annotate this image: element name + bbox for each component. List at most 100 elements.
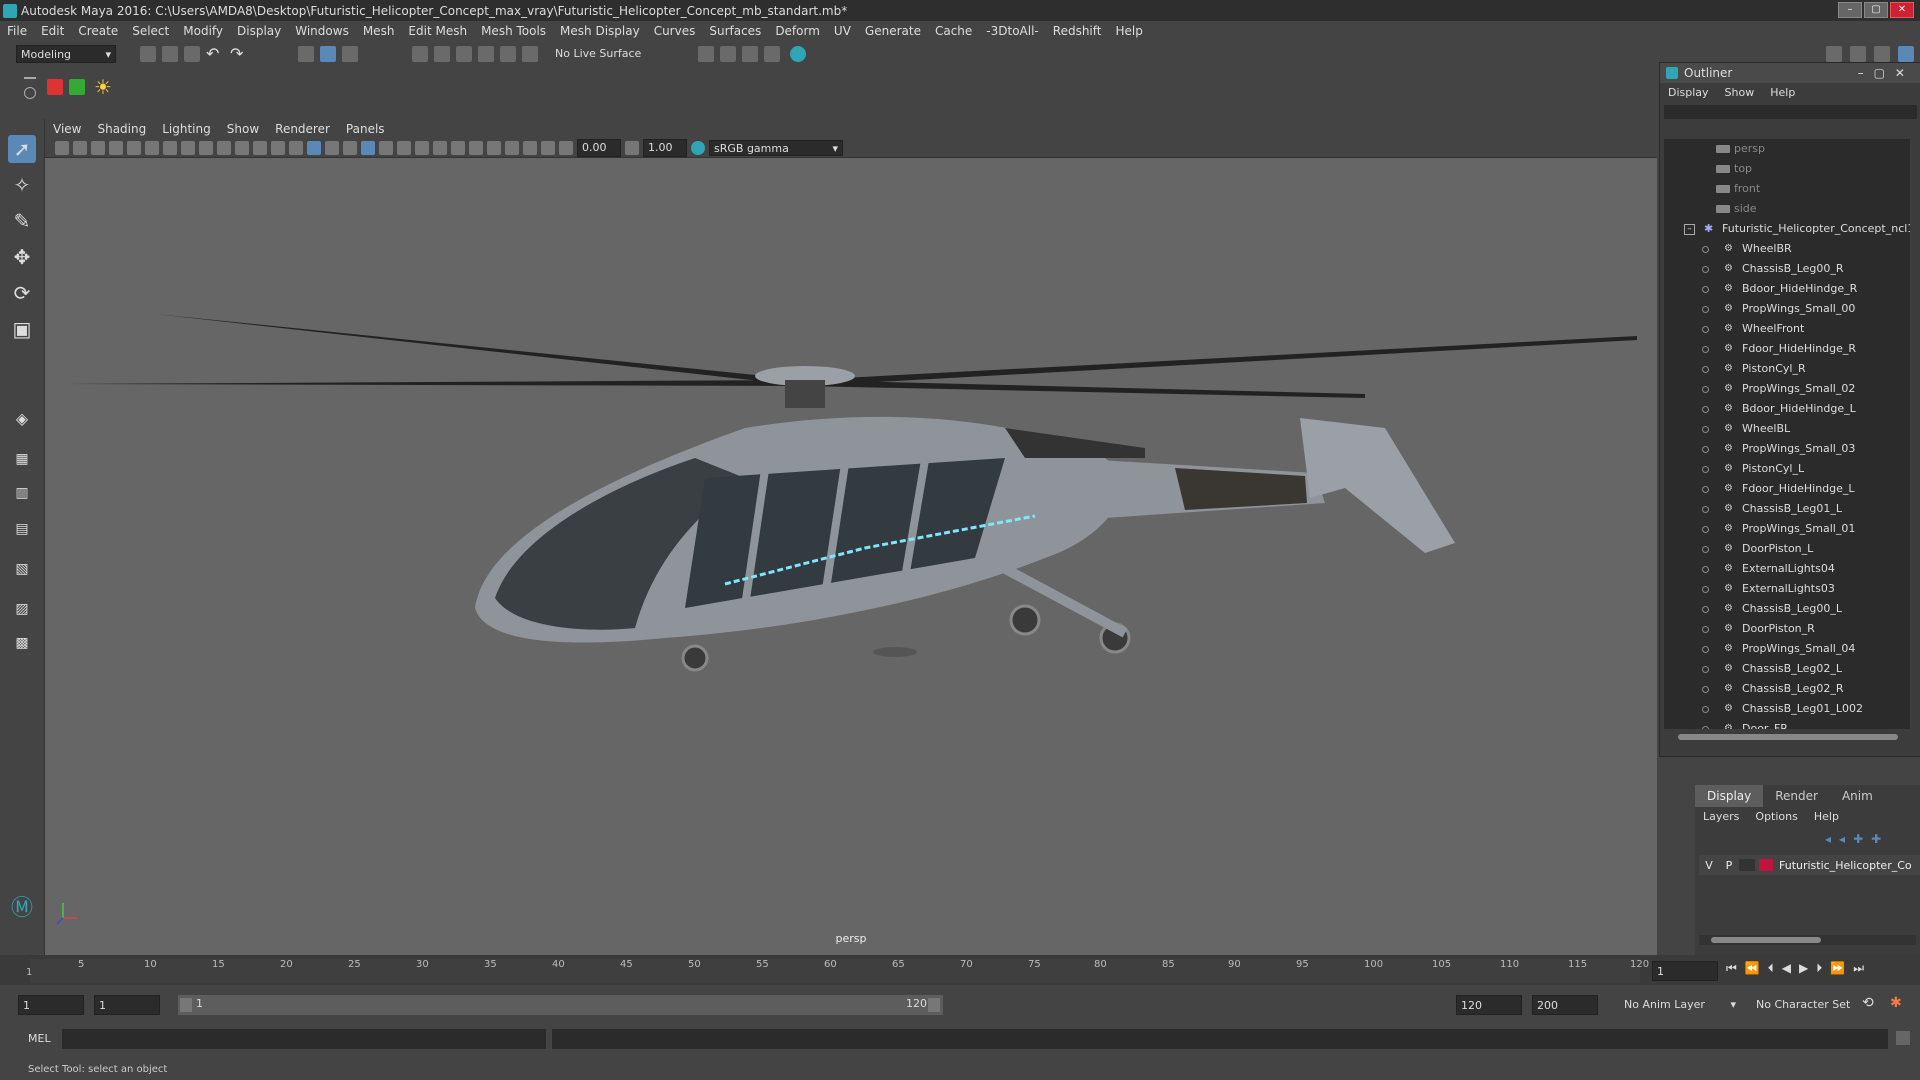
shelf-settings-icon[interactable] <box>24 87 36 99</box>
screen-space-ao-icon[interactable] <box>415 140 429 155</box>
workspace-icon[interactable] <box>1826 46 1842 62</box>
outliner-item[interactable]: ⚙ PropWings_Small_00 <box>1664 299 1910 319</box>
save-scene-icon[interactable] <box>184 46 200 62</box>
single-pane-layout-icon[interactable]: ▦ <box>8 445 36 473</box>
menu-create[interactable]: Create <box>71 24 125 38</box>
new-layer-selected-icon[interactable]: ✚ <box>1871 832 1881 846</box>
outliner-menu-show[interactable]: Show <box>1717 86 1763 99</box>
layer-type-toggle[interactable] <box>1739 859 1755 871</box>
command-language-label[interactable]: MEL <box>28 1032 51 1045</box>
move-layer-up-icon[interactable]: ◂ <box>1825 832 1831 846</box>
resolution-gate-icon[interactable] <box>199 140 213 155</box>
render-settings-icon[interactable] <box>742 46 758 62</box>
outliner-tree[interactable]: persp top front side – ✱ Futuristic_Helico… <box>1664 139 1910 729</box>
layer-visibility-toggle[interactable]: V <box>1699 859 1719 872</box>
outliner-item[interactable]: ⚙ ExternalLights04 <box>1664 559 1910 579</box>
menu-surfaces[interactable]: Surfaces <box>702 24 768 38</box>
outliner-item[interactable]: ⚙ Bdoor_HideHindge_R <box>1664 279 1910 299</box>
persp-viewport[interactable]: persp <box>45 158 1657 955</box>
gamma-icon[interactable] <box>625 140 639 155</box>
range-slider[interactable]: 1 120 <box>178 995 943 1015</box>
xray-joints-icon[interactable] <box>523 140 537 155</box>
persp-graph-layout-icon[interactable]: ▧ <box>8 555 36 583</box>
go-to-start-icon[interactable]: ⏮ <box>1726 961 1737 976</box>
move-layer-down-icon[interactable]: ◂ <box>1839 832 1845 846</box>
layer-color-swatch[interactable] <box>1759 859 1773 871</box>
render-frame-icon[interactable] <box>698 46 714 62</box>
menu-curves[interactable]: Curves <box>647 24 703 38</box>
lasso-tool-icon[interactable]: ✧ <box>8 171 36 199</box>
playback-end-field[interactable]: 120 <box>1456 995 1522 1015</box>
shadows-icon[interactable] <box>397 140 411 155</box>
color-management-icon[interactable] <box>691 140 705 155</box>
outliner-item[interactable]: ⚙ DoorPiston_R <box>1664 619 1910 639</box>
animation-preferences-icon[interactable]: ✱ <box>1890 995 1902 1011</box>
new-scene-icon[interactable] <box>140 46 156 62</box>
menu-mesh[interactable]: Mesh <box>356 24 402 38</box>
outliner-item-front[interactable]: front <box>1664 179 1910 199</box>
command-input[interactable] <box>62 1029 546 1049</box>
range-start-handle[interactable] <box>180 998 192 1012</box>
outliner-menu-display[interactable]: Display <box>1660 86 1717 99</box>
two-d-pan-icon[interactable] <box>127 140 141 155</box>
channel-box-toggle-icon[interactable] <box>1850 46 1866 62</box>
playback-start-field[interactable]: 1 <box>94 995 160 1015</box>
show-manipulator-icon[interactable]: ◈ <box>8 405 36 433</box>
smooth-shade-icon[interactable] <box>307 140 321 155</box>
outliner-item[interactable]: ⚙ ChassisB_Leg00_R <box>1664 259 1910 279</box>
hypershade-layout-icon[interactable]: ▨ <box>8 595 36 623</box>
outliner-item[interactable]: ⚙ PistonCyl_R <box>1664 359 1910 379</box>
menu-deform[interactable]: Deform <box>768 24 827 38</box>
select-object-icon[interactable] <box>320 46 336 62</box>
camera-select-icon[interactable] <box>55 140 69 155</box>
wireframe-icon[interactable] <box>289 140 303 155</box>
outliner-item[interactable]: ⚙ PropWings_Small_02 <box>1664 379 1910 399</box>
step-back-frame-icon[interactable]: ⏴ <box>1768 961 1774 976</box>
tab-display[interactable]: Display <box>1695 785 1764 807</box>
layer-menu-layers[interactable]: Layers <box>1695 810 1747 823</box>
snap-view-icon[interactable] <box>478 46 494 62</box>
outliner-item[interactable]: ⚙ PropWings_Small_01 <box>1664 519 1910 539</box>
outliner-item-persp[interactable]: persp <box>1664 139 1910 159</box>
menu-help[interactable]: Help <box>1108 24 1149 38</box>
tool-settings-toggle-icon[interactable] <box>1898 46 1914 62</box>
outliner-item[interactable]: ⚙ WheelBR <box>1664 239 1910 259</box>
collapse-icon[interactable]: – <box>1684 224 1695 235</box>
exposure-field[interactable]: 0.00 <box>577 138 621 157</box>
range-end-handle[interactable] <box>928 998 940 1012</box>
outliner-horizontal-scrollbar[interactable] <box>1664 731 1910 743</box>
menu-3dtoall[interactable]: -3DtoAll- <box>979 24 1045 38</box>
red-shelf-tool-icon[interactable] <box>47 79 63 95</box>
green-shelf-tool-icon[interactable] <box>69 79 85 95</box>
menu-display[interactable]: Display <box>230 24 288 38</box>
outliner-item[interactable]: ⚙ ChassisB_Leg01_L <box>1664 499 1910 519</box>
snap-curve-icon[interactable] <box>434 46 450 62</box>
outliner-item[interactable]: ⚙ Door_FR <box>1664 719 1910 729</box>
menu-file[interactable]: File <box>0 24 34 38</box>
render-view-icon[interactable] <box>790 46 806 62</box>
rotate-tool-icon[interactable]: ⟳ <box>8 279 36 307</box>
animation-end-field[interactable]: 200 <box>1532 995 1598 1015</box>
menu-uv[interactable]: UV <box>827 24 858 38</box>
character-set-dropdown[interactable]: No Character Set <box>1752 995 1872 1015</box>
outliner-item[interactable]: ⚙ ChassisB_Leg02_L <box>1664 659 1910 679</box>
scroll-thumb[interactable] <box>1678 734 1898 740</box>
menu-cache[interactable]: Cache <box>928 24 979 38</box>
menu-generate[interactable]: Generate <box>858 24 928 38</box>
tab-anim[interactable]: Anim <box>1830 785 1885 807</box>
anim-layer-dropdown[interactable]: No Anim Layer ▾ <box>1620 995 1740 1015</box>
menu-redshift[interactable]: Redshift <box>1046 24 1109 38</box>
outliner-item[interactable]: ⚙ DoorPiston_L <box>1664 539 1910 559</box>
outliner-layout-icon[interactable]: ▤ <box>8 515 36 543</box>
close-button[interactable]: ✕ <box>1890 2 1914 18</box>
gamma-field[interactable]: 1.00 <box>643 138 687 157</box>
select-tool-icon[interactable]: ➚ <box>8 135 36 163</box>
safe-title-icon[interactable] <box>271 140 285 155</box>
layer-playback-toggle[interactable]: P <box>1719 859 1739 872</box>
layer-menu-help[interactable]: Help <box>1806 810 1847 823</box>
field-chart-icon[interactable] <box>235 140 249 155</box>
open-scene-icon[interactable] <box>162 46 178 62</box>
use-default-material-icon[interactable] <box>325 140 339 155</box>
snap-vertex-icon[interactable] <box>522 46 538 62</box>
outliner-item[interactable]: ⚙ ChassisB_Leg02_R <box>1664 679 1910 699</box>
